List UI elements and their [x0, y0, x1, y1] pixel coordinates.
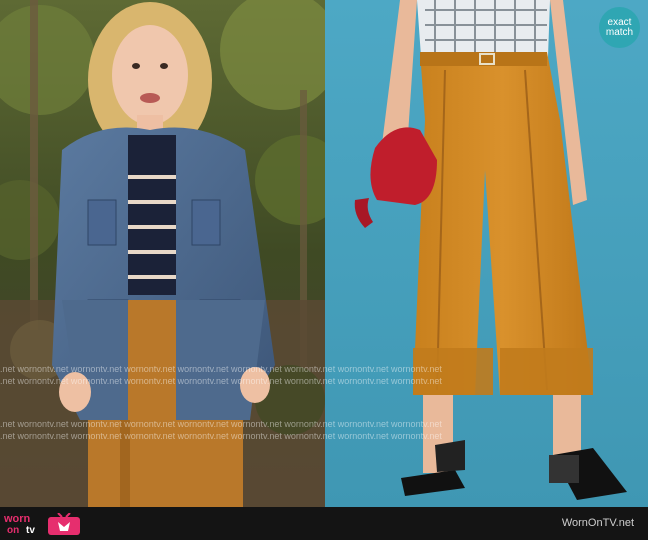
badge-line-2: match [605, 26, 634, 38]
footer-bar: worn on tv WornOnTV.net [0, 507, 648, 540]
site-name[interactable]: WornOnTV.net [562, 517, 634, 529]
logo-on-text: on [7, 525, 20, 536]
logo-tv-text: tv [26, 525, 35, 536]
exact-match-badge: exact match [599, 7, 640, 48]
tv-icon [48, 513, 80, 535]
forest-scene-illustration [0, 0, 325, 507]
right-photo-product [325, 0, 648, 507]
left-photo-actress [0, 0, 325, 507]
badge-line-1: exact [607, 16, 632, 28]
product-pants-illustration [325, 0, 648, 507]
logo-worn-text: worn [4, 513, 31, 525]
wornontv-logo[interactable]: worn on tv [4, 510, 84, 538]
